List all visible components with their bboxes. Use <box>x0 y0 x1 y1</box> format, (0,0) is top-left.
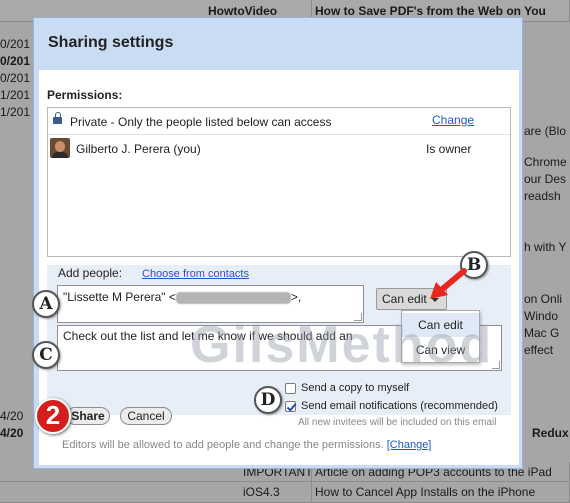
row-fragment: readsh <box>524 189 561 203</box>
message-text: Check out the list and let me know if we… <box>63 329 353 343</box>
resize-handle[interactable] <box>492 361 500 369</box>
date-cell: 0/201 <box>0 37 31 51</box>
row-fragment: Windo <box>524 309 559 323</box>
callout-a: A <box>32 290 60 318</box>
row-fragment: on Onli <box>524 292 563 306</box>
row-fragment: Chrome <box>524 155 567 169</box>
row-fragment: our Des <box>524 172 567 186</box>
date-cell: 4/20 <box>0 409 24 423</box>
pointer-arrow-icon <box>430 268 467 299</box>
recipient-suffix: >, <box>290 290 302 304</box>
table-cell: iOS4.3 <box>240 482 312 503</box>
lock-icon <box>53 112 62 124</box>
resize-handle[interactable] <box>354 313 362 321</box>
add-people-input[interactable]: "Lissette M Perera" < >, <box>57 285 364 323</box>
permission-row-owner: Gilberto J. Perera (you) Is owner <box>48 134 510 160</box>
send-notifications-option[interactable]: Send email notifications (recommended) <box>285 400 498 412</box>
callout-d: D <box>254 386 282 414</box>
callout-c: C <box>32 341 60 369</box>
role-menu: Can edit Can view <box>401 310 480 363</box>
row-fragment: effect <box>524 343 554 357</box>
share-button[interactable]: Share <box>66 407 110 425</box>
change-visibility-link[interactable]: Change <box>432 113 474 127</box>
step-badge: 2 <box>35 398 71 434</box>
permissions-list: Private - Only the people listed below c… <box>47 107 511 257</box>
permission-row-private: Private - Only the people listed below c… <box>48 108 510 134</box>
cancel-button[interactable]: Cancel <box>120 407 172 425</box>
date-cell: 1/201 <box>0 88 31 102</box>
avatar <box>50 138 70 158</box>
menu-item-can-view[interactable]: Can view <box>402 338 479 362</box>
owner-name: Gilberto J. Perera (you) <box>76 142 201 156</box>
send-copy-option[interactable]: Send a copy to myself <box>285 382 409 394</box>
dialog-title: Sharing settings <box>48 34 174 51</box>
date-cell: 4/20 <box>0 426 24 440</box>
send-copy-checkbox[interactable] <box>285 382 296 394</box>
send-notifications-label: Send email notifications (recommended) <box>301 400 498 412</box>
send-copy-label: Send a copy to myself <box>301 382 410 394</box>
row-fragment: Mac G <box>524 326 560 340</box>
redacted-email <box>175 291 291 304</box>
editors-note-text: Editors will be allowed to add people an… <box>62 439 384 451</box>
editors-note: Editors will be allowed to add people an… <box>62 439 431 451</box>
date-cell: 0/201 <box>0 54 31 68</box>
row-fragment: Redux <box>532 426 569 440</box>
invitees-note: All new invitees will be included on thi… <box>298 417 497 428</box>
role-dropdown-label: Can edit <box>382 292 427 306</box>
date-cell: 1/201 <box>0 105 31 119</box>
row-fragment: are (Blo <box>524 124 567 138</box>
private-text: Private - Only the people listed below c… <box>70 115 332 129</box>
menu-item-can-edit[interactable]: Can edit <box>402 313 479 337</box>
permissions-label: Permissions: <box>47 88 123 102</box>
row-fragment: h with Y <box>524 240 567 254</box>
choose-from-contacts-link[interactable]: Choose from contacts <box>142 268 249 280</box>
table-row: iOS4.3 How to Cancel App Installs on the… <box>0 482 570 503</box>
send-notifications-checkbox[interactable] <box>285 400 296 412</box>
add-people-label: Add people: <box>58 266 123 280</box>
date-cell: 0/201 <box>0 71 31 85</box>
recipient-name: "Lissette M Perera" < <box>63 290 176 304</box>
owner-role: Is owner <box>426 142 472 156</box>
table-cell: How to Cancel App Installs on the iPhone <box>312 482 570 503</box>
editors-change-link[interactable]: [Change] <box>387 439 432 451</box>
